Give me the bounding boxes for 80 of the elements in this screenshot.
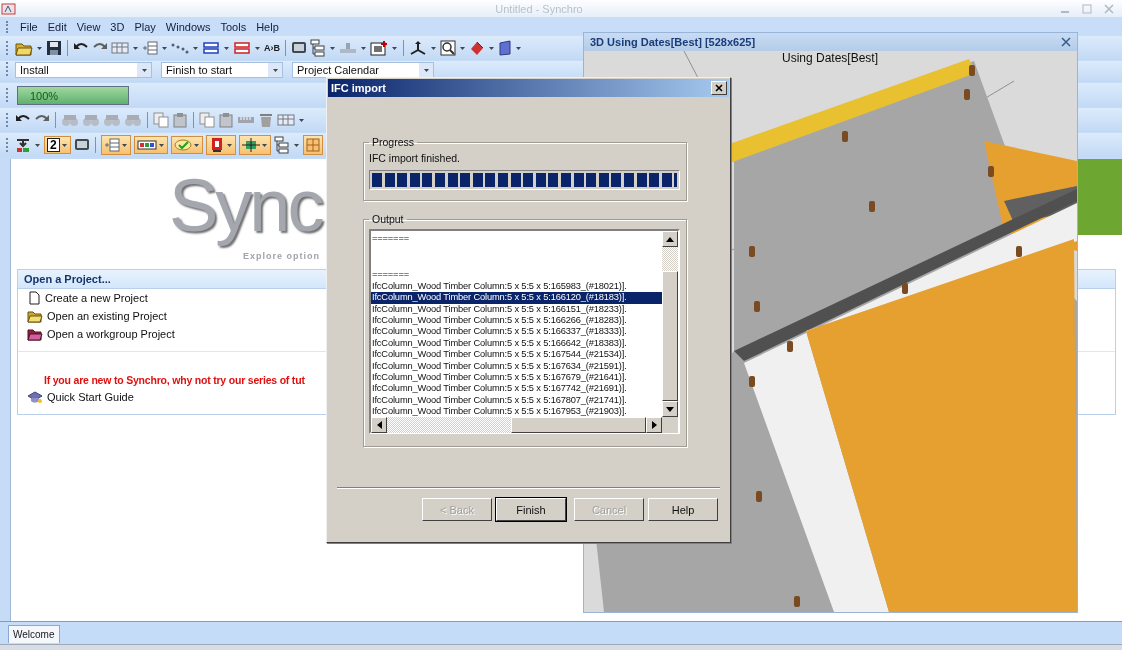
group-label: Output	[371, 213, 405, 225]
graduation-cap-icon	[27, 390, 43, 404]
output-line[interactable]: IfcColumn_Wood Timber Column:5 x 5:5 x 5:167953_(#21903)].	[371, 406, 662, 417]
page-icon	[27, 291, 41, 305]
tagline: Explore option	[243, 251, 321, 261]
zoom-icon[interactable]	[440, 40, 456, 56]
book-icon[interactable]	[498, 40, 512, 56]
list-icon[interactable]	[103, 137, 120, 153]
output-line[interactable]: =======	[371, 233, 662, 245]
output-line[interactable]: IfcColumn_Wood Timber Column:5 x 5:5 x 5:167544_(#21534)].	[371, 349, 662, 361]
output-list[interactable]	[369, 229, 680, 434]
shape-icon[interactable]	[469, 40, 485, 56]
level-number[interactable]: 2	[47, 138, 60, 152]
guide-link[interactable]: Quick Start Guide	[47, 391, 134, 403]
swap-label[interactable]: A›B	[264, 43, 280, 53]
dots-icon[interactable]	[171, 41, 189, 55]
menu-item[interactable]: Help	[251, 18, 284, 35]
up-arrow-icon[interactable]	[666, 236, 674, 242]
menu-item[interactable]: Tools	[215, 18, 252, 35]
arrows-icon[interactable]	[409, 40, 427, 56]
output-line[interactable]: IfcColumn_Wood Timber Column:5 x 5:5 x 5:166151_(#18233)].	[371, 303, 662, 316]
bars-icon[interactable]	[202, 41, 220, 55]
split-icon[interactable]	[241, 137, 260, 153]
menu-item[interactable]: Edit	[42, 18, 72, 35]
clipboard-icon[interactable]	[218, 112, 234, 128]
close-button[interactable]	[711, 81, 727, 95]
vertical-scrollbar[interactable]	[662, 231, 678, 417]
dialog-button[interactable]: Help	[648, 498, 718, 521]
output-line[interactable]: IfcColumn_Wood Timber Column:5 x 5:5 x 5:167679_(#21641)].	[371, 372, 662, 384]
trash-icon[interactable]	[258, 112, 274, 128]
project-link[interactable]: Open an existing Project	[47, 310, 167, 322]
app-icon	[0, 1, 18, 16]
output-line[interactable]: IfcColumn_Wood Timber Column:5 x 5:5 x 5:166266_(#18283)].	[371, 315, 662, 327]
menu-item[interactable]: Play	[129, 18, 161, 35]
down-arrow-icon[interactable]	[666, 406, 674, 412]
status-text: IFC import finished.	[369, 152, 462, 164]
menu-item[interactable]: File	[15, 18, 43, 35]
color-bar-icon[interactable]	[136, 138, 157, 152]
right-arrow-icon[interactable]	[651, 421, 657, 429]
window-title: Untitled - Synchro	[495, 2, 583, 15]
logo: Sync	[169, 163, 322, 249]
project-link[interactable]: Open a workgroup Project	[47, 328, 175, 340]
view-caption: Using Dates[Best]	[782, 51, 879, 65]
output-line[interactable]: IfcColumn_Wood Timber Column:5 x 5:5 x 5:167807_(#21741)].	[371, 394, 662, 407]
scrollbar-corner	[662, 417, 678, 433]
monitor-icon[interactable]	[291, 40, 307, 56]
horizontal-scrollbar[interactable]	[371, 417, 662, 433]
dialog-title: IFC import	[331, 82, 386, 94]
close-icon[interactable]	[1061, 37, 1071, 47]
menu-item[interactable]: Windows	[160, 18, 216, 35]
dropdown-field[interactable]: Install	[15, 62, 152, 78]
grid-icon[interactable]	[305, 137, 320, 153]
tree-icon[interactable]	[273, 136, 290, 154]
output-line[interactable]: IfcColumn_Wood Timber Column:5 x 5:5 x 5:166642_(#18383)].	[371, 337, 662, 350]
clipboard-icon[interactable]	[172, 112, 188, 128]
progress-reading: 100%	[30, 89, 59, 102]
document-tab[interactable]: Welcome	[8, 625, 60, 643]
dialog-button[interactable]: Finish	[496, 498, 566, 521]
check-icon[interactable]	[173, 138, 192, 152]
menu-item[interactable]: View	[71, 18, 106, 35]
close-icon	[715, 84, 723, 92]
menu-item[interactable]: 3D	[105, 18, 130, 35]
dropdown-field[interactable]: Project Calendar	[292, 62, 434, 78]
left-arrow-icon[interactable]	[376, 421, 382, 429]
folder-icon	[27, 309, 43, 323]
output-line[interactable]: IfcColumn_Wood Timber Column:5 x 5:5 x 5:166337_(#18333)].	[371, 326, 662, 338]
monitor-icon[interactable]	[73, 137, 90, 153]
folder-icon	[27, 327, 43, 341]
dropdown-field[interactable]: Finish to start	[161, 62, 283, 78]
group-label: Progress	[371, 136, 415, 148]
stack-icon[interactable]	[15, 136, 31, 154]
list-icon[interactable]	[142, 40, 158, 56]
folder-icon[interactable]	[15, 40, 33, 56]
panel-title: 3D Using Dates[Best] [528x625]	[590, 36, 756, 48]
output-line[interactable]: IfcColumn_Wood Timber Column:5 x 5:5 x 5:167634_(#21591)].	[371, 360, 662, 373]
plus-box-icon[interactable]	[370, 40, 388, 56]
output-line[interactable]: =======	[371, 269, 662, 281]
tree-icon[interactable]	[310, 39, 326, 57]
bars-icon[interactable]	[233, 41, 251, 55]
project-link[interactable]: Create a new Project	[45, 292, 148, 304]
